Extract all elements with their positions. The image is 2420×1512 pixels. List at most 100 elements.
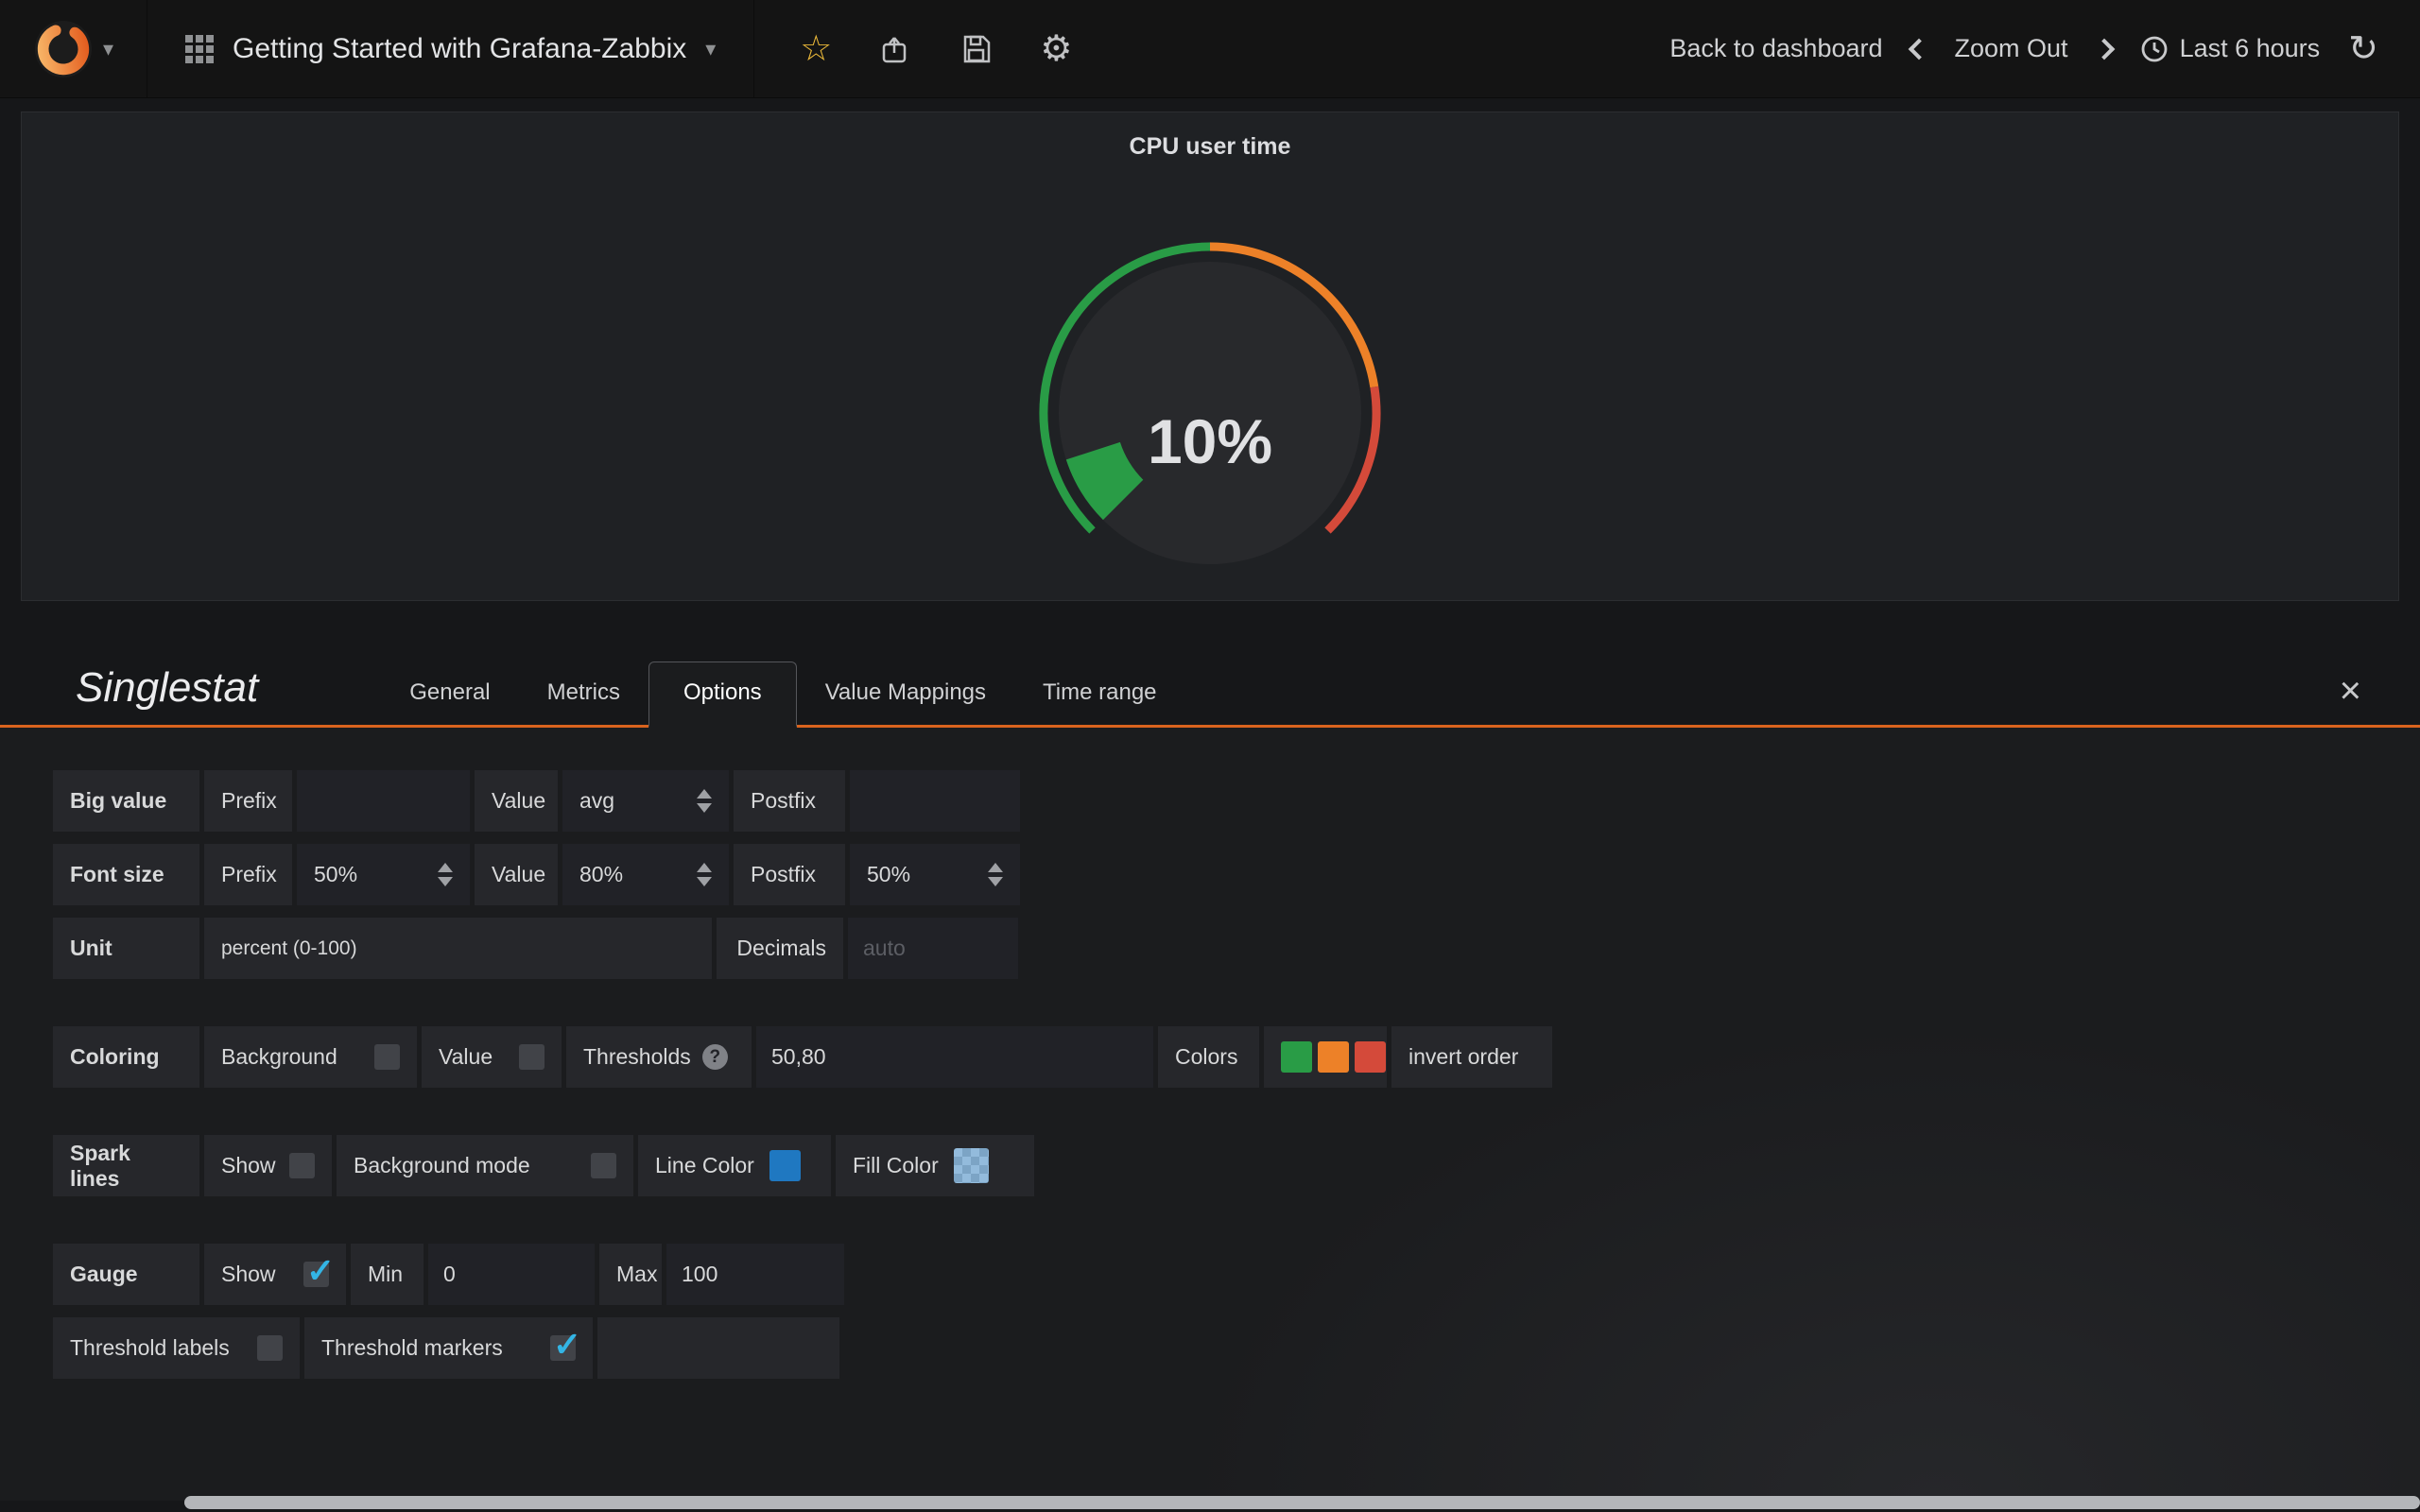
value-label: Value <box>475 844 558 905</box>
horizontal-scrollbar[interactable] <box>184 1496 2420 1509</box>
gauge-max-input[interactable] <box>666 1244 844 1305</box>
tab-value-mappings[interactable]: Value Mappings <box>797 662 1014 725</box>
coloring-background-toggle[interactable]: Background <box>204 1026 417 1088</box>
time-back-button[interactable] <box>1911 42 1927 57</box>
font-size-label: Font size <box>53 844 199 905</box>
editor-header: Singlestat General Metrics Options Value… <box>0 662 2420 728</box>
tab-metrics[interactable]: Metrics <box>519 662 648 725</box>
coloring-value-toggle[interactable]: Value <box>422 1026 562 1088</box>
orange-color-swatch[interactable] <box>1318 1041 1349 1073</box>
background-mode-label: Background mode <box>354 1153 530 1178</box>
postfix-font-size-select[interactable]: 50% <box>850 844 1020 905</box>
sparkline-background-mode-toggle[interactable]: Background mode <box>337 1135 633 1196</box>
background-checkbox[interactable] <box>374 1044 400 1070</box>
gauge-min-input[interactable] <box>428 1244 595 1305</box>
time-range-label: Last 6 hours <box>2180 34 2321 63</box>
panel-title[interactable]: CPU user time <box>22 112 2398 161</box>
panel-type-title: Singlestat <box>76 664 381 725</box>
prefix-font-size-select[interactable]: 50% <box>297 844 470 905</box>
unit-row: Unit percent (0-100) Decimals <box>53 918 2420 979</box>
star-button[interactable]: ☆ <box>800 31 832 67</box>
invert-order-button[interactable]: invert order <box>1392 1026 1552 1088</box>
unit-value-button[interactable]: percent (0-100) <box>204 918 712 979</box>
threshold-markers-checkbox[interactable]: ✓ <box>550 1335 576 1361</box>
tab-options[interactable]: Options <box>648 662 797 728</box>
line-color-cell: Line Color <box>638 1135 831 1196</box>
big-value-prefix-input[interactable] <box>297 770 470 832</box>
decimals-label: Decimals <box>717 918 843 979</box>
dashboard-grid-icon <box>185 35 214 63</box>
tab-time-range[interactable]: Time range <box>1014 662 1185 725</box>
thresholds-input-cell <box>756 1026 1153 1088</box>
colors-label: Colors <box>1158 1026 1259 1088</box>
zoom-out-button[interactable]: Zoom Out <box>1955 34 2068 63</box>
selected-value: 50% <box>867 862 910 887</box>
gauge-group: Gauge Show ✓ Min Max Threshold <box>53 1244 2420 1379</box>
sparkline-show-toggle[interactable]: Show <box>204 1135 332 1196</box>
thresholds-input[interactable] <box>756 1026 1153 1088</box>
min-label: Min <box>351 1244 424 1305</box>
gauge-show-toggle[interactable]: Show ✓ <box>204 1244 346 1305</box>
postfix-label: Postfix <box>734 770 845 832</box>
settings-button[interactable]: ⚙ <box>1040 31 1072 67</box>
select-arrows-icon <box>697 789 712 813</box>
top-navbar: ▾ Getting Started with Grafana-Zabbix ▾ … <box>0 0 2420 98</box>
refresh-button[interactable]: ↻ <box>2348 31 2378 67</box>
singlestat-panel: CPU user time 10% <box>21 112 2399 601</box>
time-forward-button[interactable] <box>2097 42 2112 57</box>
gauge-show-checkbox[interactable]: ✓ <box>303 1262 329 1287</box>
value-font-size-select[interactable]: 80% <box>562 844 729 905</box>
spark-lines-group: Spark lines Show Background mode Line Co… <box>53 1135 2420 1196</box>
coloring-label: Coloring <box>53 1026 199 1088</box>
postfix-label: Postfix <box>734 844 845 905</box>
thresholds-label-cell: Thresholds ? <box>566 1026 752 1088</box>
value-label: Value <box>439 1044 493 1070</box>
threshold-labels-toggle[interactable]: Threshold labels <box>53 1317 300 1379</box>
prefix-label: Prefix <box>204 844 292 905</box>
big-value-label: Big value <box>53 770 199 832</box>
grafana-logo-icon <box>33 19 94 79</box>
green-color-swatch[interactable] <box>1281 1041 1312 1073</box>
check-icon: ✓ <box>306 1250 335 1291</box>
threshold-labels-checkbox[interactable] <box>257 1335 283 1361</box>
big-value-postfix-input[interactable] <box>850 770 1020 832</box>
unit-label: Unit <box>53 918 199 979</box>
postfix-input-cell <box>850 770 1020 832</box>
close-icon: × <box>2340 670 2361 712</box>
select-arrows-icon <box>697 863 712 886</box>
big-value-row: Big value Prefix Value avg Postfix <box>53 770 2420 832</box>
threshold-markers-toggle[interactable]: Threshold markers ✓ <box>304 1317 593 1379</box>
red-color-swatch[interactable] <box>1355 1041 1386 1073</box>
show-label: Show <box>221 1153 276 1178</box>
coloring-row: Coloring Background Value Thresholds ? C… <box>53 1026 2420 1088</box>
gauge-chart: 10% <box>832 163 1588 588</box>
panel-editor: Singlestat General Metrics Options Value… <box>0 662 2420 1512</box>
big-value-stat-select[interactable]: avg <box>562 770 729 832</box>
fill-color-cell: Fill Color <box>836 1135 1034 1196</box>
fill-color-label: Fill Color <box>853 1153 939 1178</box>
tab-general[interactable]: General <box>381 662 518 725</box>
min-input-cell <box>428 1244 595 1305</box>
background-mode-checkbox[interactable] <box>591 1153 616 1178</box>
spark-lines-label: Spark lines <box>53 1135 199 1196</box>
decimals-input[interactable] <box>848 918 1018 979</box>
back-to-dashboard-button[interactable]: Back to dashboard <box>1669 34 1882 63</box>
value-checkbox[interactable] <box>519 1044 544 1070</box>
selected-value: 50% <box>314 862 357 887</box>
line-color-swatch[interactable] <box>769 1150 801 1181</box>
line-color-label: Line Color <box>655 1153 754 1178</box>
save-button[interactable] <box>960 33 993 65</box>
close-editor-button[interactable]: × <box>2340 672 2420 725</box>
grafana-menu-button[interactable]: ▾ <box>0 0 147 97</box>
show-checkbox[interactable] <box>289 1153 315 1178</box>
share-button[interactable] <box>879 32 913 66</box>
help-icon[interactable]: ? <box>702 1044 728 1070</box>
select-arrows-icon <box>438 863 453 886</box>
fill-color-swatch[interactable] <box>954 1148 989 1183</box>
decimals-input-cell <box>848 918 1018 979</box>
value-label: Value <box>475 770 558 832</box>
editor-body: Big value Prefix Value avg Postfix Font … <box>0 728 2420 1501</box>
dashboard-title-button[interactable]: Getting Started with Grafana-Zabbix ▾ <box>147 0 754 97</box>
selected-value: avg <box>579 788 614 814</box>
time-range-button[interactable]: Last 6 hours <box>2140 34 2321 63</box>
